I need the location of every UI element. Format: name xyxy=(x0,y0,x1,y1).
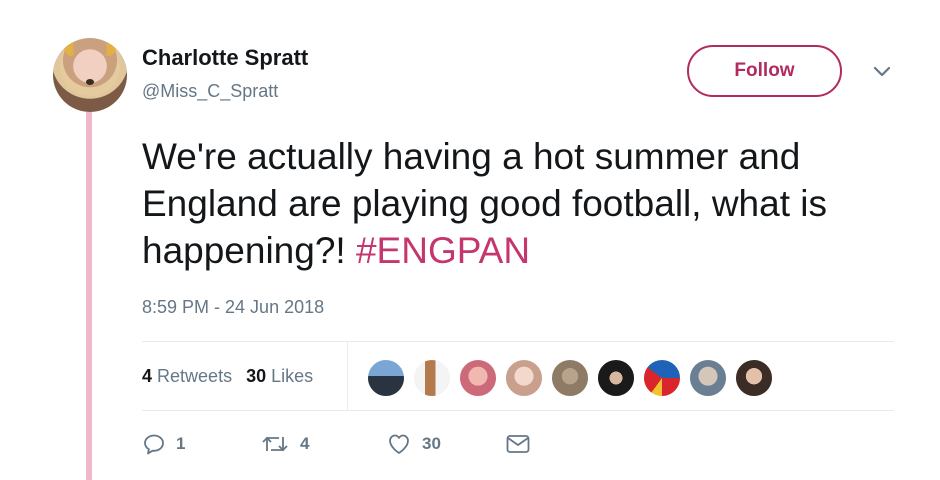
likes-count: 30 xyxy=(246,366,267,386)
stats-divider xyxy=(347,342,348,410)
user-handle[interactable]: @Miss_C_Spratt xyxy=(142,81,278,102)
chevron-down-icon[interactable] xyxy=(872,64,892,80)
reply-button[interactable]: 1 xyxy=(142,432,185,456)
like-button[interactable]: 30 xyxy=(386,432,441,456)
liker-avatar[interactable] xyxy=(412,358,452,398)
hashtag-link[interactable]: #ENGPAN xyxy=(356,230,530,271)
user-name[interactable]: Charlotte Spratt xyxy=(142,45,308,71)
retweets-label: Retweets xyxy=(157,366,233,386)
liker-avatar[interactable] xyxy=(366,358,406,398)
retweet-button[interactable]: 4 xyxy=(260,432,309,456)
like-icon xyxy=(386,432,412,456)
tweet-stats: 4 Retweets 30 Likes xyxy=(142,366,313,387)
liker-avatar[interactable] xyxy=(550,358,590,398)
avatar-filter-nose xyxy=(86,79,94,85)
retweet-icon xyxy=(260,432,290,456)
likes-stat[interactable]: 30 Likes xyxy=(246,366,313,386)
likes-label: Likes xyxy=(271,366,314,386)
liker-avatar[interactable] xyxy=(596,358,636,398)
message-icon xyxy=(505,433,531,455)
liker-avatar[interactable] xyxy=(504,358,544,398)
retweets-count: 4 xyxy=(142,366,153,386)
thread-line xyxy=(86,112,92,480)
tweet-timestamp[interactable]: 8:59 PM - 24 Jun 2018 xyxy=(142,297,324,318)
direct-message-button[interactable] xyxy=(505,433,531,455)
divider-bottom xyxy=(142,410,894,411)
like-count: 30 xyxy=(422,434,441,453)
avatar[interactable] xyxy=(53,38,127,112)
retweets-stat[interactable]: 4 Retweets xyxy=(142,366,232,386)
retweet-count: 4 xyxy=(300,434,310,453)
liker-avatar[interactable] xyxy=(642,358,682,398)
liker-avatar[interactable] xyxy=(688,358,728,398)
reply-icon xyxy=(142,432,166,456)
reply-count: 1 xyxy=(176,434,186,453)
follow-button[interactable]: Follow xyxy=(687,45,842,97)
tweet-text: We're actually having a hot summer and E… xyxy=(142,133,902,274)
liker-avatars xyxy=(366,358,780,398)
avatar-filter-ears xyxy=(64,40,116,56)
divider-top xyxy=(142,341,894,342)
liker-avatar[interactable] xyxy=(734,358,774,398)
liker-avatar[interactable] xyxy=(458,358,498,398)
